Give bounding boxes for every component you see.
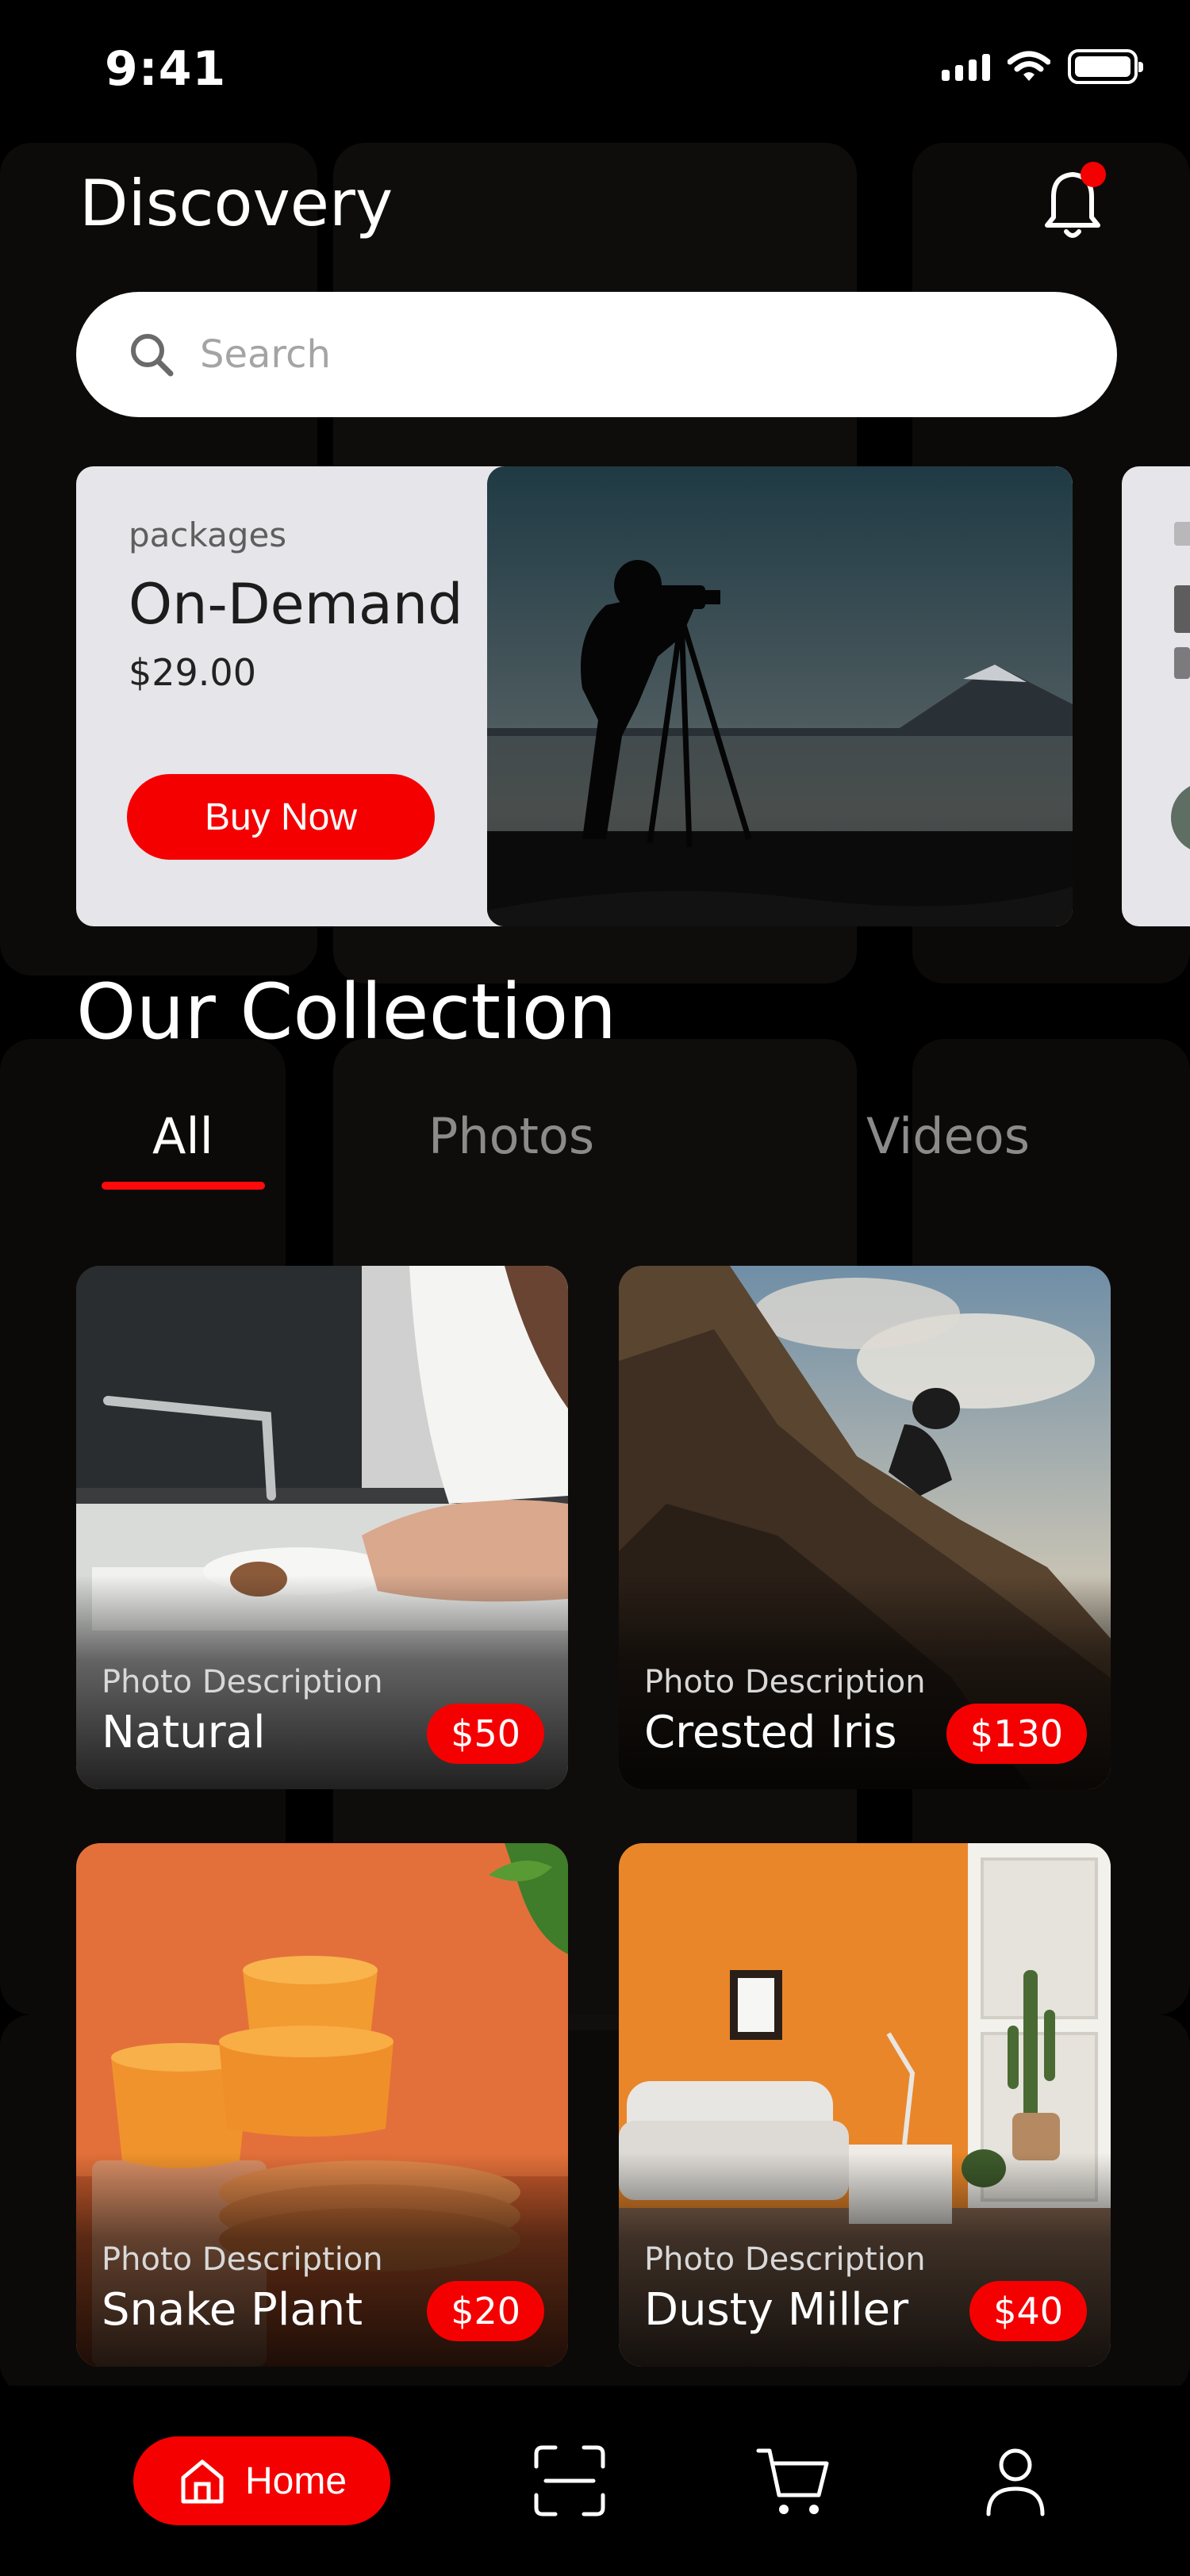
nav-home-label: Home [244,2459,347,2502]
scan-icon[interactable] [532,2443,608,2519]
card-description: Photo Description [644,2241,926,2278]
promo-text: packages On-Demand $29.00 [129,516,463,694]
section-title: Our Collection [76,968,617,1056]
search-input[interactable]: Search [200,332,331,377]
home-icon [181,2459,224,2504]
price-badge: $130 [946,1704,1087,1764]
card-title: Crested Iris [644,1707,897,1758]
card-title: Snake Plant [102,2284,363,2336]
notification-dot [1081,162,1106,187]
tab-photos[interactable]: Photos [428,1107,594,1165]
collection-card[interactable]: Photo Description Dusty Miller $40 [619,1843,1111,2367]
search-bar[interactable]: Search [76,292,1117,417]
signal-icon [942,52,990,81]
promo-name: On-Demand [129,572,463,637]
price-badge: $20 [427,2281,544,2341]
notification-bell-icon[interactable] [1036,159,1112,246]
price-badge: $50 [427,1704,544,1764]
card-description: Photo Description [102,1664,383,1700]
collection-card[interactable]: Photo Description Crested Iris $130 [619,1266,1111,1789]
search-icon [131,334,174,377]
tab-all[interactable]: All [152,1107,213,1165]
card-description: Photo Description [102,2241,383,2278]
battery-icon [1068,49,1143,84]
collection-card[interactable]: Photo Description Snake Plant $20 [76,1843,568,2367]
card-description: Photo Description [644,1664,926,1700]
page-title: Discovery [79,167,393,240]
buy-now-button[interactable]: Buy Now [127,774,435,860]
tab-videos[interactable]: Videos [866,1107,1030,1165]
promo-card[interactable]: packages On-Demand $29.00 Buy Now [76,466,1073,926]
active-tab-indicator [102,1182,265,1190]
promo-kicker: packages [129,516,287,554]
status-time: 9:41 [105,41,227,97]
wifi-icon [1008,51,1050,81]
promo-card-next[interactable] [1122,466,1190,926]
collection-card[interactable]: Photo Description Natural $50 [76,1266,568,1789]
card-title: Natural [102,1707,266,1758]
promo-photographer-image [487,466,1073,926]
promo-price: $29.00 [129,651,256,694]
profile-icon[interactable] [977,2443,1054,2519]
nav-home-button[interactable]: Home [133,2436,390,2525]
status-icons [942,49,1143,84]
cart-icon[interactable] [755,2443,831,2519]
price-badge: $40 [969,2281,1087,2341]
bottom-nav: Home [0,2386,1190,2576]
card-title: Dusty Miller [644,2284,909,2336]
